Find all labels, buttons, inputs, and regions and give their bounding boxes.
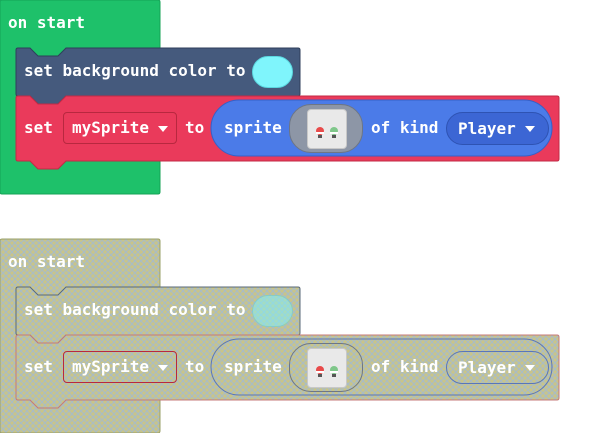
color-swatch-icon[interactable] (252, 295, 293, 327)
dropdown-caret-icon (525, 365, 535, 371)
set-label-disabled: set (24, 357, 53, 376)
variable-name: mySprite (72, 118, 150, 137)
sprite-label-disabled: sprite (224, 357, 282, 376)
variable-name-disabled: mySprite (72, 357, 150, 376)
set-label: set (24, 118, 53, 137)
sprite-thumbnail-icon (307, 109, 347, 149)
variable-dropdown[interactable]: mySprite (63, 112, 177, 144)
sprite-faces-icon (316, 127, 338, 138)
sprite-label: sprite (224, 118, 282, 137)
dropdown-caret-icon (158, 126, 168, 132)
sprite-faces-icon (316, 366, 338, 377)
set-background-color-label: set background color to (24, 61, 246, 80)
of-kind-label: of kind (371, 118, 439, 137)
dropdown-caret-icon (158, 365, 168, 371)
color-swatch-icon[interactable] (252, 56, 293, 88)
sprite-image-field[interactable] (289, 104, 363, 153)
kind-dropdown-disabled[interactable]: Player (446, 351, 549, 384)
of-kind-label-disabled: of kind (371, 357, 439, 376)
variable-dropdown-disabled[interactable]: mySprite (63, 351, 177, 383)
to-label: to (185, 118, 205, 137)
on-start-label: on start (8, 13, 86, 32)
sprite-image-field-disabled[interactable] (289, 343, 363, 392)
sprite-thumbnail-icon (307, 348, 347, 388)
to-label-disabled: to (185, 357, 205, 376)
kind-dropdown[interactable]: Player (446, 112, 549, 145)
dropdown-caret-icon (525, 126, 535, 132)
kind-value-disabled: Player (458, 358, 516, 377)
on-start-label-disabled: on start (8, 252, 86, 271)
set-background-color-label-disabled: set background color to (24, 300, 246, 319)
kind-value: Player (458, 119, 516, 138)
